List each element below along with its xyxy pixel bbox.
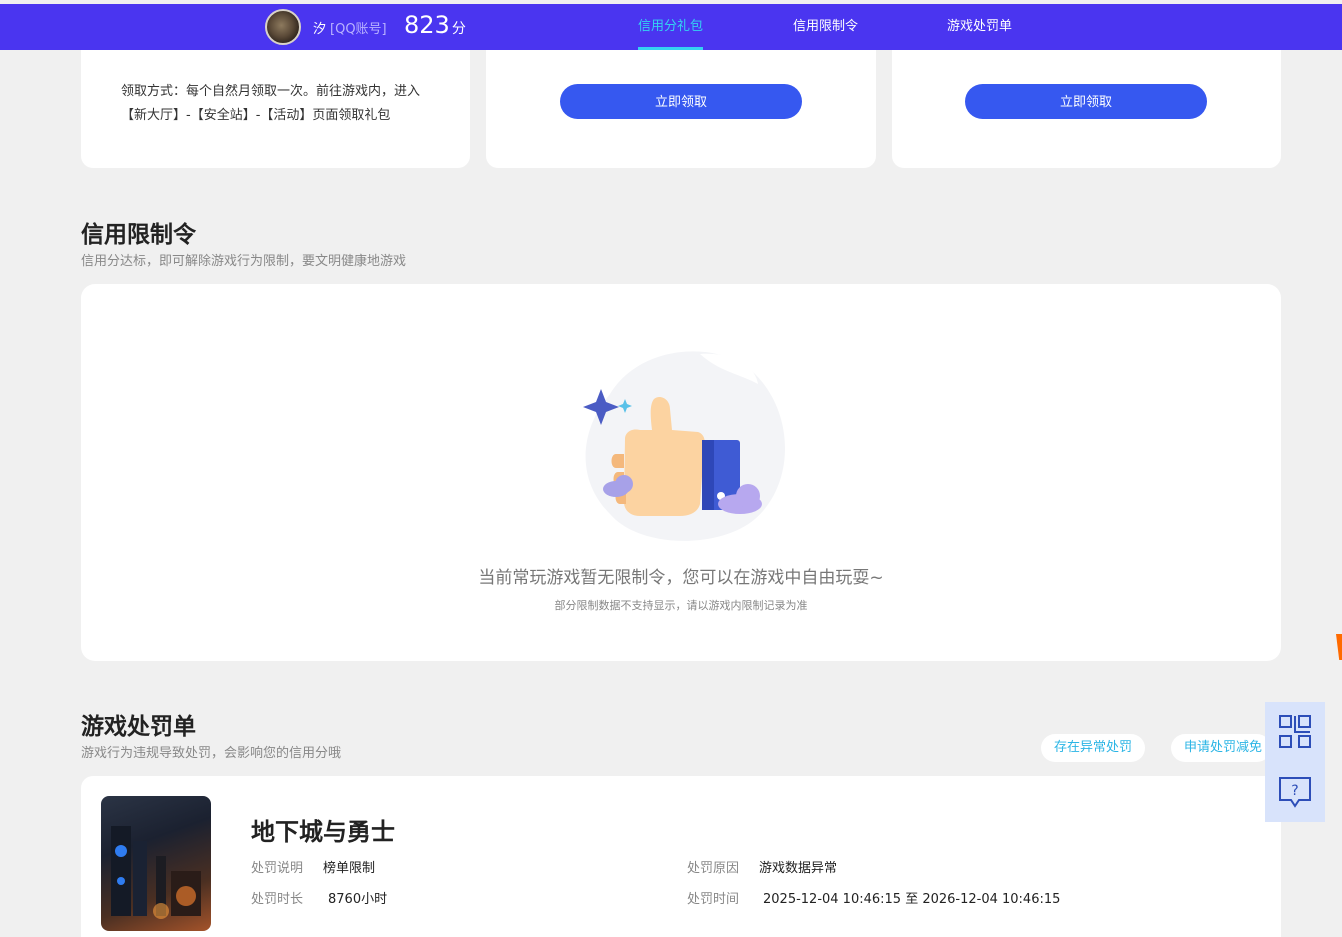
- top-nav-bar: 汐 [QQ账号] 823 分 信用分礼包 信用限制令 游戏处罚单: [0, 4, 1342, 50]
- account-type: [QQ账号]: [330, 22, 387, 37]
- claim-button[interactable]: 立即领取: [560, 84, 802, 119]
- game-cover-art: [111, 826, 201, 919]
- penalty-section-title: 游戏处罚单: [81, 714, 196, 740]
- qr-code-icon: [1279, 715, 1311, 748]
- apply-penalty-reduction-button[interactable]: 申请处罚减免: [1171, 734, 1271, 762]
- penalty-time-value: 2025-12-04 10:46:15 至 2026-12-04 10:46:1…: [763, 892, 1061, 907]
- gift-card-1: 领取方式：每个自然月领取一次。前往游戏内，进入【新大厅】-【安全站】-【活动】页…: [81, 50, 470, 168]
- tab-penalty[interactable]: 游戏处罚单: [947, 4, 1012, 50]
- empty-state-message: 当前常玩游戏暂无限制令，您可以在游戏中自由玩耍~: [478, 568, 884, 588]
- penalty-duration-value: 8760小时: [328, 892, 388, 907]
- side-promo-tab[interactable]: [1336, 634, 1342, 660]
- tab-credit-gift[interactable]: 信用分礼包: [638, 4, 704, 50]
- restriction-section-title: 信用限制令: [81, 222, 196, 248]
- claim-method-text: 领取方式：每个自然月领取一次。前往游戏内，进入【新大厅】-【安全站】-【活动】页…: [121, 84, 421, 123]
- help-button[interactable]: ?: [1265, 762, 1325, 822]
- credit-score-value: 823: [404, 11, 450, 39]
- tab-restriction[interactable]: 信用限制令: [793, 4, 858, 50]
- penalty-reason-label: 处罚原因: [687, 861, 740, 876]
- game-cover-image: [101, 796, 211, 931]
- abnormal-penalty-button[interactable]: 存在异常处罚: [1041, 734, 1146, 762]
- thumbs-up-illustration: [583, 351, 785, 541]
- game-title: 地下城与勇士: [251, 818, 395, 846]
- penalty-reason-value: 游戏数据异常: [759, 861, 838, 876]
- penalty-record-card: 地下城与勇士 处罚说明 榜单限制 处罚原因 游戏数据异常 处罚时长 8760小时…: [81, 776, 1281, 937]
- help-chat-icon: ?: [1279, 777, 1311, 808]
- qr-code-button[interactable]: [1265, 702, 1325, 762]
- avatar[interactable]: [265, 9, 301, 45]
- penalty-desc-value: 榜单限制: [323, 861, 376, 876]
- user-name: 汐 [QQ账号]: [313, 18, 387, 37]
- penalty-time-label: 处罚时间: [687, 892, 740, 907]
- empty-state-note: 部分限制数据不支持显示，请以游戏内限制记录为准: [554, 599, 808, 612]
- user-nickname: 汐: [313, 22, 327, 37]
- credit-score-unit: 分: [451, 21, 466, 37]
- gift-card-3: 立即领取: [892, 50, 1281, 168]
- svg-text:?: ?: [1291, 783, 1298, 799]
- gift-card-2: 立即领取: [486, 50, 876, 168]
- penalty-section-subtitle: 游戏行为违规导致处罚，会影响您的信用分哦: [81, 746, 342, 761]
- restriction-panel: 当前常玩游戏暂无限制令，您可以在游戏中自由玩耍~ 部分限制数据不支持显示，请以游…: [81, 284, 1281, 661]
- restriction-section-subtitle: 信用分达标，即可解除游戏行为限制，要文明健康地游戏: [81, 254, 407, 269]
- penalty-duration-label: 处罚时长: [251, 892, 304, 907]
- claim-button[interactable]: 立即领取: [965, 84, 1207, 119]
- penalty-desc-label: 处罚说明: [251, 861, 304, 876]
- credit-score: 823 分: [404, 11, 466, 39]
